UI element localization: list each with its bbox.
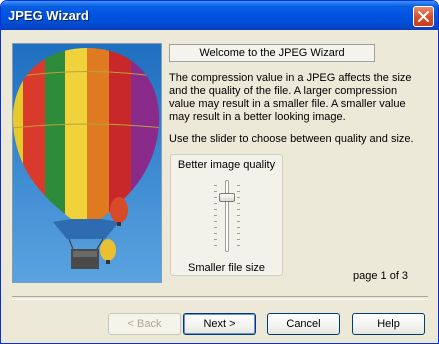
slider-thumb[interactable] — [219, 192, 235, 202]
slider-track[interactable] — [225, 180, 229, 252]
description-text: The compression value in a JPEG affects … — [169, 72, 412, 123]
welcome-header: Welcome to the JPEG Wizard — [169, 44, 375, 62]
balloon-illustration — [12, 43, 162, 283]
window-title: JPEG Wizard — [8, 8, 89, 23]
quality-slider-group: Better image quality Smaller file size — [170, 154, 283, 276]
slider-top-label: Better image quality — [177, 159, 276, 171]
close-icon — [418, 11, 429, 22]
slider-ticks-right — [237, 185, 240, 251]
separator — [12, 296, 428, 300]
slider-bottom-label: Smaller file size — [187, 262, 266, 274]
close-button[interactable] — [413, 6, 434, 27]
instruction-text: Use the slider to choose between quality… — [169, 133, 414, 145]
title-bar[interactable]: JPEG Wizard — [1, 1, 438, 30]
page-indicator: page 1 of 3 — [353, 270, 409, 282]
cancel-button[interactable]: Cancel — [267, 313, 340, 335]
help-button[interactable]: Help — [352, 313, 425, 335]
slider-ticks-left — [214, 185, 217, 251]
wizard-window: JPEG Wizard Welcome to the JPEG Wizard T… — [0, 0, 439, 344]
hot-air-balloon-image — [13, 44, 161, 282]
back-button[interactable]: < Back — [108, 313, 181, 335]
next-button[interactable]: Next > — [183, 313, 256, 335]
